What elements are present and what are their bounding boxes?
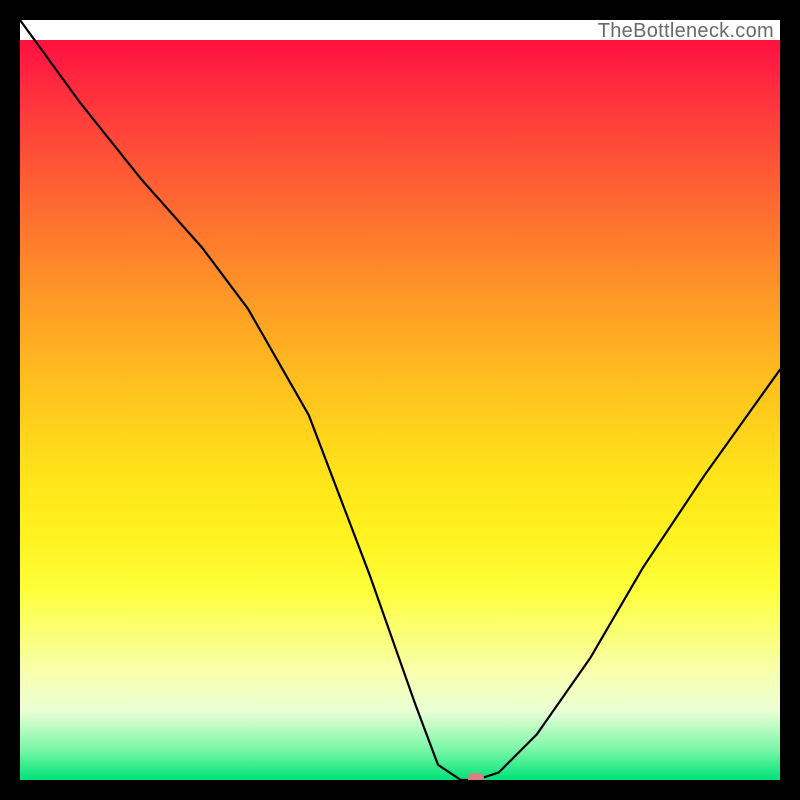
optimal-marker bbox=[468, 773, 484, 780]
chart-frame: TheBottleneck.com bbox=[0, 0, 800, 800]
bottleneck-curve bbox=[20, 20, 780, 780]
curve-layer bbox=[20, 20, 780, 780]
plot-area: TheBottleneck.com bbox=[20, 20, 780, 780]
